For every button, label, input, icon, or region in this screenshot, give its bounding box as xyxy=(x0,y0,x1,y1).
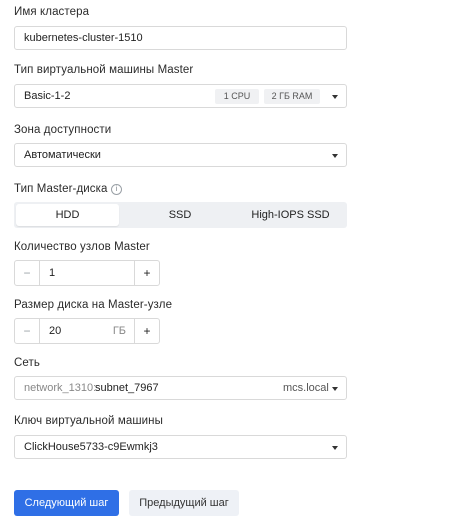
disk-type-option-ssd[interactable]: SSD xyxy=(124,204,236,226)
network-select[interactable]: network_1310: subnet_7967 mcs.local xyxy=(14,376,347,400)
chevron-down-icon xyxy=(332,446,338,450)
disk-size-label: Размер диска на Master-узле xyxy=(14,299,173,311)
cluster-name-label: Имя кластера xyxy=(14,6,90,18)
network-name: network_1310: xyxy=(24,382,97,394)
cluster-name-value: kubernetes-cluster-1510 xyxy=(24,32,143,44)
zone-select[interactable]: Автоматически xyxy=(14,143,347,167)
node-count-value: 1 xyxy=(49,267,56,279)
disk-type-label: Тип Master-диска xyxy=(14,183,108,195)
node-count-input[interactable]: 1 xyxy=(40,260,134,286)
ram-chip: 2 ГБ RAM xyxy=(264,89,320,104)
node-count-decrement-button[interactable]: − xyxy=(14,260,40,286)
info-icon[interactable]: i xyxy=(111,184,122,195)
previous-step-button[interactable]: Предыдущий шаг xyxy=(129,490,239,516)
vm-key-value: ClickHouse5733-c9Ewmkj3 xyxy=(24,441,158,453)
cpu-chip: 1 CPU xyxy=(215,89,259,104)
cluster-name-input[interactable]: kubernetes-cluster-1510 xyxy=(14,26,347,50)
next-step-button[interactable]: Следующий шаг xyxy=(14,490,119,516)
node-count-label: Количество узлов Master xyxy=(14,241,150,253)
zone-value: Автоматически xyxy=(24,149,101,161)
node-count-increment-button[interactable]: + xyxy=(134,260,160,286)
chevron-down-icon xyxy=(332,387,338,391)
disk-type-segmented-control: HDD SSD High-IOPS SSD xyxy=(14,202,347,228)
subnet-name: subnet_7967 xyxy=(95,382,159,394)
disk-size-increment-button[interactable]: + xyxy=(134,318,160,344)
vm-type-value: Basic-1-2 xyxy=(24,90,71,102)
chevron-down-icon xyxy=(332,95,338,99)
chevron-down-icon xyxy=(332,154,338,158)
disk-size-decrement-button[interactable]: − xyxy=(14,318,40,344)
network-domain: mcs.local xyxy=(283,382,329,394)
zone-label: Зона доступности xyxy=(14,124,112,136)
network-label: Сеть xyxy=(14,357,40,369)
disk-type-option-high-iops-ssd[interactable]: High-IOPS SSD xyxy=(236,204,345,226)
vm-key-select[interactable]: ClickHouse5733-c9Ewmkj3 xyxy=(14,435,347,459)
vm-type-label: Тип виртуальной машины Master xyxy=(14,64,194,76)
disk-size-unit: ГБ xyxy=(112,325,126,337)
disk-size-value: 20 xyxy=(49,325,62,337)
disk-size-input[interactable]: 20 ГБ xyxy=(40,318,134,344)
vm-key-label: Ключ виртуальной машины xyxy=(14,415,163,427)
vm-type-select[interactable]: Basic-1-2 1 CPU 2 ГБ RAM xyxy=(14,84,347,108)
disk-type-option-hdd[interactable]: HDD xyxy=(16,204,119,226)
